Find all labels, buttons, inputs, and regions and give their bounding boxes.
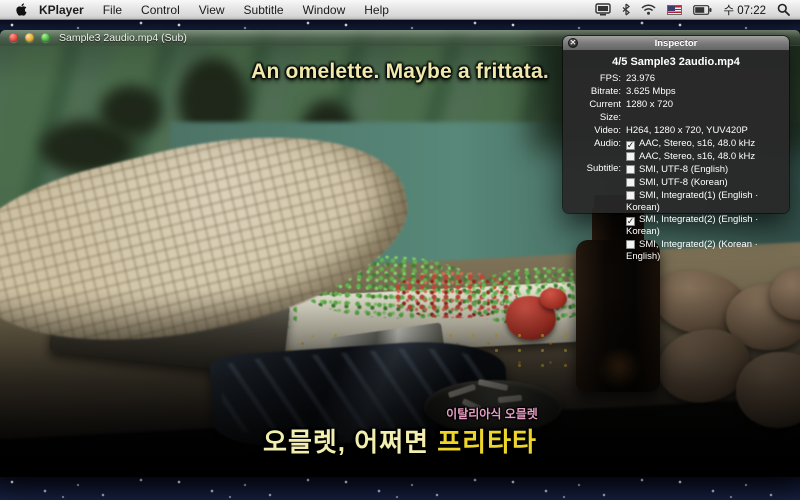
display-icon[interactable] xyxy=(595,3,611,16)
subtitle-track-3-label: SMI, Integrated(1) (English · Korean) xyxy=(626,190,758,213)
wifi-icon[interactable] xyxy=(641,4,656,15)
subtitle-track-2-checkbox[interactable] xyxy=(626,178,635,187)
subtitle-track-3: SMI, Integrated(1) (English · Korean) xyxy=(626,189,781,214)
inspector-subtitle-track-row: Subtitle: SMI, UTF-8 (English) xyxy=(571,163,781,176)
subtitle-korean-part2: 프리타타 xyxy=(437,427,537,457)
audio-track-2-label: AAC, Stereo, s16, 48.0 kHz xyxy=(639,151,755,162)
inspector-subtitle-track-row: SMI, UTF-8 (Korean) xyxy=(571,176,781,189)
inspector-field-bitrate: Bitrate: 3.625 Mbps xyxy=(571,85,781,98)
field-value: H264, 1280 x 720, YUV420P xyxy=(626,124,781,137)
inspector-audio-track-row: Audio: ✓ AAC, Stereo, s16, 48.0 kHz xyxy=(571,137,781,150)
inspector-heading: 4/5 Sample3 2audio.mp4 xyxy=(571,56,781,68)
apple-menu-icon[interactable] xyxy=(14,2,29,17)
inspector-body: 4/5 Sample3 2audio.mp4 FPS: 23.976 Bitra… xyxy=(563,50,789,268)
subtitle-korean-annotation: 이탈리아식 오믈렛 xyxy=(92,405,800,422)
menu-control[interactable]: Control xyxy=(141,3,180,17)
menu-file[interactable]: File xyxy=(103,3,122,17)
audio-track-1-label: AAC, Stereo, s16, 48.0 kHz xyxy=(639,138,755,149)
spotlight-icon[interactable] xyxy=(777,3,790,16)
field-label: FPS: xyxy=(571,72,621,85)
subtitle-track-5-checkbox[interactable] xyxy=(626,240,635,249)
menu-help[interactable]: Help xyxy=(364,3,389,17)
zoom-button[interactable] xyxy=(41,33,50,42)
battery-icon[interactable] xyxy=(693,5,712,15)
inspector-title: Inspector xyxy=(655,38,698,49)
inspector-titlebar[interactable]: ✕ Inspector xyxy=(563,36,789,50)
minimize-button[interactable] xyxy=(25,33,34,42)
input-source-flag-icon[interactable] xyxy=(667,5,682,15)
inspector-field-fps: FPS: 23.976 xyxy=(571,72,781,85)
audio-track-1: ✓ AAC, Stereo, s16, 48.0 kHz xyxy=(626,137,781,150)
inspector-field-video: Video: H264, 1280 x 720, YUV420P xyxy=(571,124,781,137)
field-label: Bitrate: xyxy=(571,85,621,98)
field-value: 1280 x 720 xyxy=(626,98,781,111)
subtitle-korean-part1: 오믈렛, 어쩌면 xyxy=(263,427,437,457)
subtitle-track-2-label: SMI, UTF-8 (Korean) xyxy=(639,177,728,188)
close-button[interactable] xyxy=(9,33,18,42)
field-label: Current Size: xyxy=(571,98,621,124)
window-title: Sample3 2audio.mp4 (Sub) xyxy=(59,32,187,44)
subtitle-track-3-checkbox[interactable] xyxy=(626,191,635,200)
subtitle-track-1-label: SMI, UTF-8 (English) xyxy=(639,164,728,175)
subtitle-korean-main: 오믈렛, 어쩌면 프리타타 xyxy=(0,422,800,459)
audio-track-2-checkbox[interactable] xyxy=(626,152,635,161)
bluetooth-icon[interactable] xyxy=(622,3,630,16)
inspector-subtitle-track-row: SMI, Integrated(2) (Korean · English) xyxy=(571,238,781,263)
subtitle-track-4-label: SMI, Integrated(2) (English · Korean) xyxy=(626,214,758,237)
field-label: Subtitle: xyxy=(571,163,621,175)
subtitle-track-2: SMI, UTF-8 (Korean) xyxy=(626,176,781,189)
inspector-close-icon[interactable]: ✕ xyxy=(568,38,578,48)
subtitle-track-4: ✓SMI, Integrated(2) (English · Korean) xyxy=(626,214,781,238)
field-value: 3.625 Mbps xyxy=(626,85,781,98)
field-label: Audio: xyxy=(571,137,621,150)
subtitle-track-1: SMI, UTF-8 (English) xyxy=(626,163,781,176)
menu-kplayer[interactable]: KPlayer xyxy=(39,3,84,17)
inspector-audio-track-row: AAC, Stereo, s16, 48.0 kHz xyxy=(571,150,781,163)
desktop: KPlayer File Control View Subtitle Windo… xyxy=(0,0,800,500)
traffic-lights xyxy=(9,33,50,42)
menu-bar: KPlayer File Control View Subtitle Windo… xyxy=(0,0,800,20)
inspector-panel[interactable]: ✕ Inspector 4/5 Sample3 2audio.mp4 FPS: … xyxy=(563,36,789,213)
menu-clock[interactable]: 수 07:22 xyxy=(723,2,766,18)
menu-window[interactable]: Window xyxy=(303,3,346,17)
desktop-wallpaper-bottom xyxy=(0,477,800,500)
menu-view[interactable]: View xyxy=(199,3,225,17)
subtitle-korean-block: 이탈리아식 오믈렛 오믈렛, 어쩌면 프리타타 xyxy=(0,405,800,459)
subtitle-track-5: SMI, Integrated(2) (Korean · English) xyxy=(626,238,781,263)
subtitle-track-1-checkbox[interactable] xyxy=(626,165,635,174)
audio-track-1-checkbox[interactable]: ✓ xyxy=(626,141,635,150)
inspector-subtitle-track-row: ✓SMI, Integrated(2) (English · Korean) xyxy=(571,214,781,238)
subtitle-track-5-label: SMI, Integrated(2) (Korean · English) xyxy=(626,239,758,262)
field-value: 23.976 xyxy=(626,72,781,85)
desktop-wallpaper-top xyxy=(0,20,800,30)
inspector-field-current-size: Current Size: 1280 x 720 xyxy=(571,98,781,124)
inspector-subtitle-track-row: SMI, Integrated(1) (English · Korean) xyxy=(571,189,781,214)
menu-items: KPlayer File Control View Subtitle Windo… xyxy=(39,3,389,17)
field-label: Video: xyxy=(571,124,621,137)
menu-status-area: 수 07:22 xyxy=(595,2,790,18)
subtitle-track-4-checkbox[interactable]: ✓ xyxy=(626,217,635,226)
audio-track-2: AAC, Stereo, s16, 48.0 kHz xyxy=(626,150,781,163)
menu-subtitle[interactable]: Subtitle xyxy=(244,3,284,17)
